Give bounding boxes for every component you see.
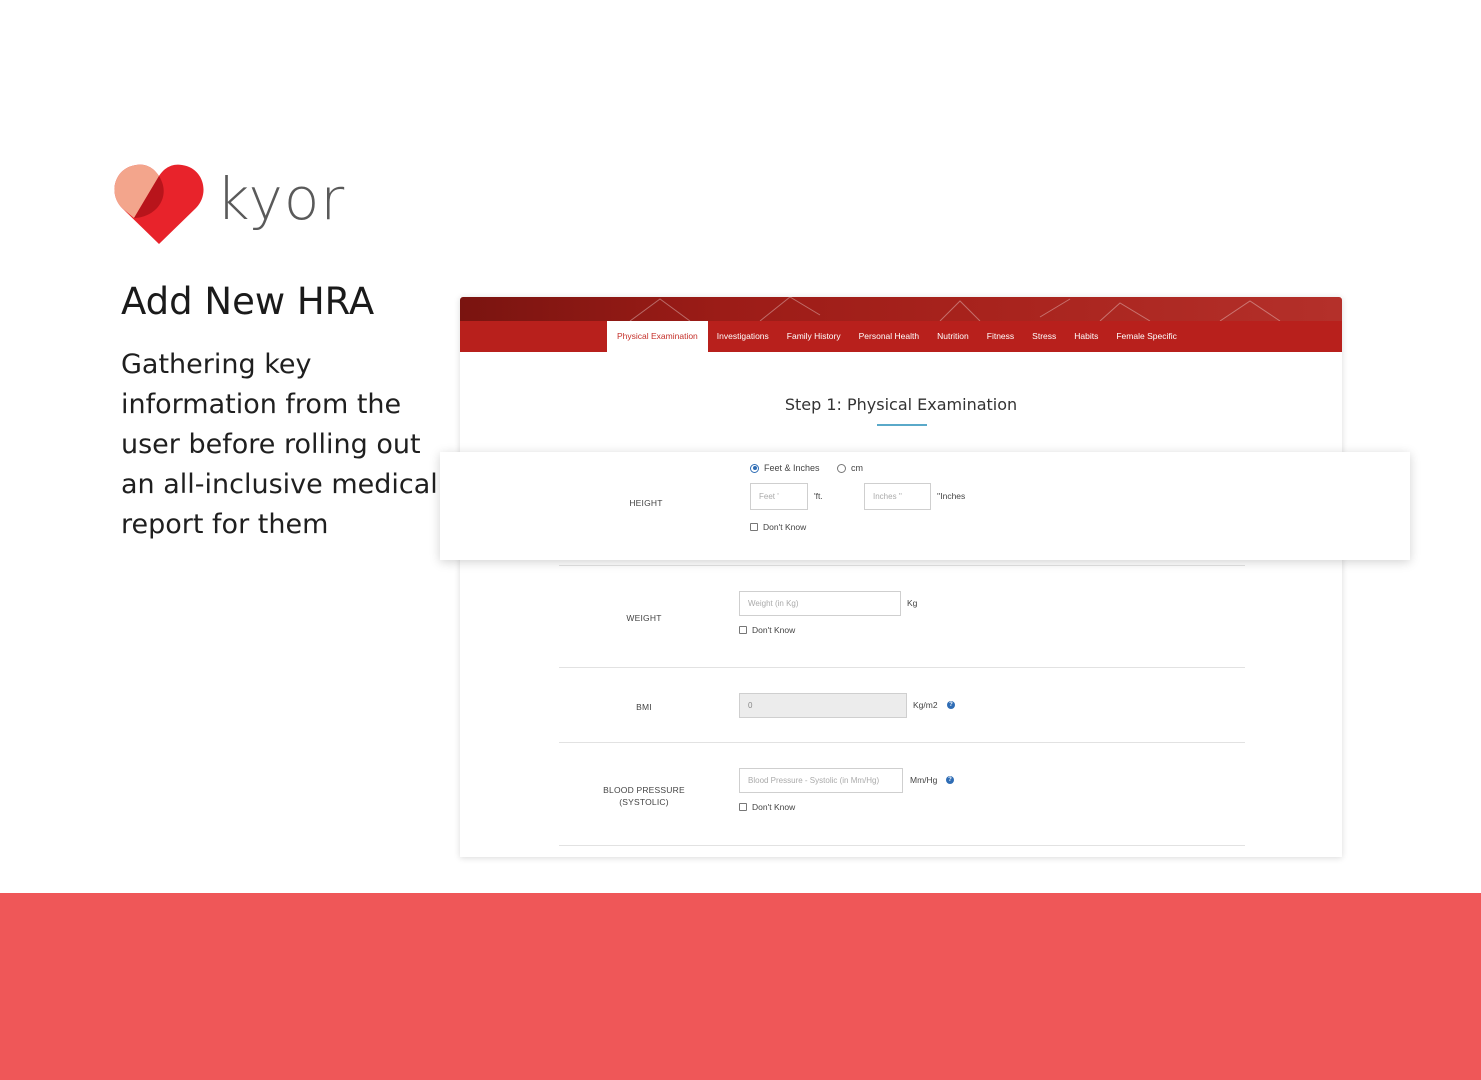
checkbox-icon: [750, 523, 758, 531]
bp-systolic-input[interactable]: Blood Pressure - Systolic (in Mm/Hg): [739, 768, 903, 793]
row-divider: [559, 565, 1245, 566]
title-underline: [877, 424, 927, 426]
footer-band: [0, 893, 1481, 1080]
bp-label-line1: BLOOD PRESSURE: [603, 785, 685, 795]
height-label: HEIGHT: [629, 498, 663, 508]
tab-female-specific[interactable]: Female Specific: [1107, 321, 1185, 352]
tab-personal-health[interactable]: Personal Health: [850, 321, 928, 352]
tab-family-history[interactable]: Family History: [778, 321, 850, 352]
radio-feet-inches[interactable]: Feet & Inches: [750, 463, 820, 473]
tab-physical-examination[interactable]: Physical Examination: [607, 321, 708, 352]
kyor-logo: kyor: [112, 162, 352, 248]
bmi-field: 0: [739, 693, 907, 718]
tab-investigations[interactable]: Investigations: [708, 321, 778, 352]
height-section: HEIGHT Feet & Inches cm Feet ' 'ft. Inch…: [440, 452, 1410, 560]
bp-label-line2: (SYSTOLIC): [619, 797, 669, 807]
bmi-label: BMI: [636, 702, 652, 712]
page-description: Gathering key information from the user …: [121, 349, 438, 540]
bmi-help-icon[interactable]: ?: [947, 701, 955, 709]
row-divider: [559, 742, 1245, 743]
feet-unit: 'ft.: [814, 491, 823, 501]
weight-input[interactable]: Weight (in Kg): [739, 591, 901, 616]
inches-unit: ''Inches: [937, 491, 966, 501]
height-inches-input[interactable]: Inches '': [864, 483, 931, 510]
brand-name: kyor: [216, 165, 346, 233]
row-divider: [559, 845, 1245, 846]
height-dont-know-checkbox[interactable]: Don't Know: [750, 522, 806, 532]
tab-fitness[interactable]: Fitness: [978, 321, 1023, 352]
bp-dont-know-checkbox[interactable]: Don't Know: [739, 802, 795, 812]
bp-help-icon[interactable]: ?: [946, 776, 954, 784]
header-banner: [460, 297, 1342, 321]
bp-label: BLOOD PRESSURE (SYSTOLIC): [594, 784, 694, 808]
checkbox-icon: [739, 803, 747, 811]
radio-selected-icon: [750, 463, 759, 473]
hra-form-card: Physical Examination Investigations Fami…: [460, 297, 1342, 857]
bp-unit: Mm/Hg: [910, 775, 938, 785]
radio-cm[interactable]: cm: [837, 463, 863, 473]
weight-dont-know-checkbox[interactable]: Don't Know: [739, 625, 795, 635]
weight-label: WEIGHT: [626, 613, 662, 623]
bp-dont-know-label: Don't Know: [752, 802, 796, 812]
checkbox-icon: [739, 626, 747, 634]
row-divider: [559, 667, 1245, 668]
page-headline: Add New HRA: [121, 280, 375, 323]
radio-unselected-icon: [837, 463, 846, 473]
tab-nutrition[interactable]: Nutrition: [928, 321, 978, 352]
tab-bar: Physical Examination Investigations Fami…: [460, 321, 1342, 352]
height-feet-input[interactable]: Feet ': [750, 483, 808, 510]
step-title: Step 1: Physical Examination: [784, 395, 1018, 414]
tab-stress[interactable]: Stress: [1023, 321, 1065, 352]
radio-cm-label: cm: [851, 463, 863, 473]
heart-logo-icon: [114, 164, 204, 244]
tab-habits[interactable]: Habits: [1065, 321, 1107, 352]
bmi-unit: Kg/m2: [913, 700, 938, 710]
weight-unit: Kg: [907, 598, 918, 608]
weight-dont-know-label: Don't Know: [752, 625, 796, 635]
height-dont-know-label: Don't Know: [763, 522, 807, 532]
radio-feet-inches-label: Feet & Inches: [764, 463, 820, 473]
